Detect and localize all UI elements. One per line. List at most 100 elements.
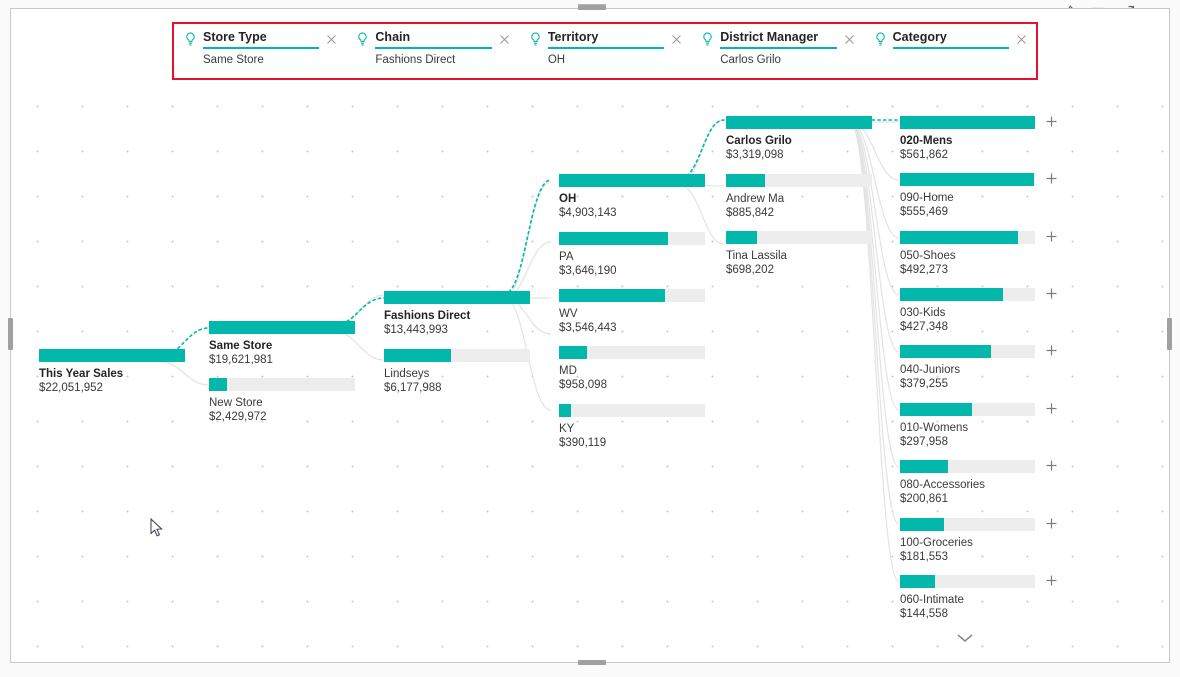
tree-node-030-kids[interactable]: 030-Kids $427,348 [900,288,1057,334]
plus-icon[interactable] [1044,573,1059,588]
level-title: District Manager [720,30,837,49]
plus-icon[interactable] [1044,516,1059,531]
node-value: $3,319,098 [726,149,784,161]
tree-node-050-shoes[interactable]: 050-Shoes $492,273 [900,231,1057,277]
lightbulb-icon [529,32,542,47]
node-bar-track [900,403,1057,416]
plus-icon[interactable] [1044,458,1059,473]
node-bar-track [900,460,1057,473]
node-bar-track [900,288,1057,301]
tree-node-020-mens[interactable]: 020-Mens $561,862 [900,116,1057,162]
tree-node-080-accessories[interactable]: 080-Accessories $200,861 [900,460,1057,506]
chevron-down-icon[interactable] [955,632,975,644]
node-value: $492,273 [900,264,948,276]
tree-node-090-home[interactable]: 090-Home $555,469 [900,173,1057,219]
level-value: OH [547,54,566,66]
node-bar-track [900,116,1057,129]
node-bar-fill [559,174,705,187]
node-value: $958,098 [559,379,607,391]
node-bar-track [900,518,1057,531]
tree-node-pa[interactable]: PA $3,646,190 [559,232,705,278]
tree-node-new-store[interactable]: New Store $2,429,972 [209,378,355,424]
plus-icon[interactable] [1044,171,1059,186]
node-label: Same Store [209,340,273,352]
close-icon[interactable] [325,33,338,46]
node-label: 080-Accessories [900,479,986,491]
node-bar-fill [900,518,944,531]
tree-node-andrew-ma[interactable]: Andrew Ma $885,842 [726,174,872,220]
node-label: 010-Womens [900,422,969,434]
tree-node-060-intimate[interactable]: 060-Intimate $144,558 [900,575,1057,621]
tree-node-ky[interactable]: KY $390,119 [559,404,705,450]
plus-icon[interactable] [1044,229,1059,244]
node-bar-track [726,174,872,187]
node-bar-track [209,321,355,334]
plus-icon[interactable] [1044,343,1059,358]
tree-node-tina-lassila[interactable]: Tina Lassila $698,202 [726,231,872,277]
tree-node-md[interactable]: MD $958,098 [559,346,705,392]
plus-icon[interactable] [1044,401,1059,416]
node-label: This Year Sales [39,368,124,380]
plus-icon[interactable] [1044,114,1059,129]
tree-node-010-womens[interactable]: 010-Womens $297,958 [900,403,1057,449]
close-icon[interactable] [843,33,856,46]
lightbulb-icon [184,32,197,47]
tree-node-040-juniors[interactable]: 040-Juniors $379,255 [900,345,1057,391]
node-label: Tina Lassila [726,250,787,262]
level-title: Category [892,30,1010,49]
node-bar-fill [900,231,1019,244]
level-category[interactable]: Category [864,30,1036,54]
node-bar-fill [559,289,665,302]
level-district-manager[interactable]: District Manager Carlos Grilo [691,30,863,66]
node-bar-track [726,116,872,129]
plus-icon[interactable] [1044,286,1059,301]
node-bar-fill [726,231,757,244]
close-icon[interactable] [670,33,683,46]
resize-handle-bottom[interactable] [578,660,606,665]
tree-node-carlos-grilo[interactable]: Carlos Grilo $3,319,098 [726,116,872,162]
node-value: $555,469 [900,206,948,218]
node-label: OH [559,193,577,205]
node-bar-fill [726,116,872,129]
close-icon[interactable] [1015,33,1028,46]
node-bar-track [900,231,1057,244]
node-value: $3,546,443 [559,322,617,334]
level-territory[interactable]: Territory OH [519,30,691,66]
node-bar-track [384,349,530,362]
node-bar-fill [559,404,571,417]
node-bar-fill [900,116,1035,129]
node-value: $200,861 [900,493,948,505]
tree-node-oh[interactable]: OH $4,903,143 [559,174,705,220]
node-bar-track [384,291,530,304]
node-bar-track [726,231,872,244]
node-bar-track [39,349,185,362]
tree-layout: This Year Sales $22,051,952 Same Store $… [11,80,1169,652]
level-chain[interactable]: Chain Fashions Direct [346,30,518,66]
node-label: MD [559,365,577,377]
node-label: 040-Juniors [900,364,961,376]
node-value: $390,119 [559,437,607,449]
tree-node-same-store[interactable]: Same Store $19,621,981 [209,321,355,367]
node-value: $561,862 [900,149,948,161]
tree-node-fashions-direct[interactable]: Fashions Direct $13,443,993 [384,291,530,337]
lightbulb-icon [874,32,887,47]
close-icon[interactable] [498,33,511,46]
resize-handle-top[interactable] [578,5,606,10]
node-value: $297,958 [900,436,948,448]
node-bar-track [559,232,705,245]
node-label: 100-Groceries [900,537,973,549]
node-label: 090-Home [900,192,954,204]
node-bar-fill [209,378,228,391]
tree-node-wv[interactable]: WV $3,546,443 [559,289,705,335]
node-bar-track [900,345,1057,358]
node-bar-fill [900,288,1003,301]
tree-node-100-groceries[interactable]: 100-Groceries $181,553 [900,518,1057,564]
node-value: $3,646,190 [559,265,617,277]
tree-node-this-year-sales[interactable]: This Year Sales $22,051,952 [39,349,185,395]
tree-node-lindseys[interactable]: Lindseys $6,177,988 [384,349,530,395]
decomposition-level-bar: Store Type Same Store Chain Fashions Dir… [172,22,1038,80]
level-store-type[interactable]: Store Type Same Store [174,30,346,66]
level-title: Territory [547,30,665,49]
node-value: $379,255 [900,378,948,390]
node-value: $19,621,981 [209,354,273,366]
